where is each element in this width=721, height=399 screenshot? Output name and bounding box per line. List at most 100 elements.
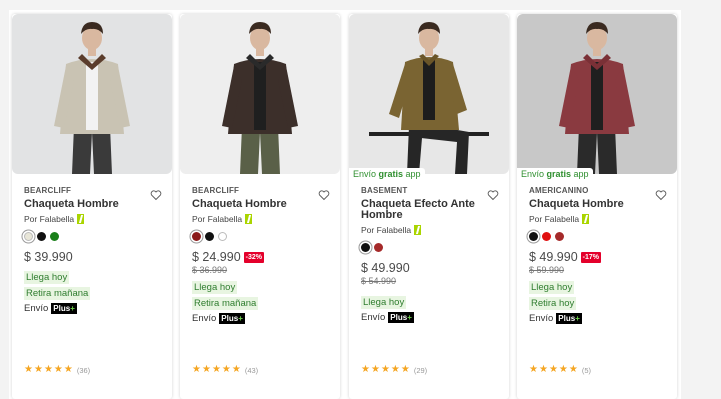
pickup-tag: Retira mañana [24,287,91,300]
envio-plus: Envío Plus+ [529,313,582,324]
free-shipping-badge: Envío gratis app [517,168,593,180]
envio-label: Envío [192,313,217,324]
plus-label: Plus [221,314,239,323]
star-icon: ★ [361,364,370,375]
plus-icon: + [70,304,75,313]
color-swatch[interactable] [218,231,227,241]
plus-label: Plus [53,304,71,313]
product-brand: BEARCLIFF [24,186,72,195]
color-swatch[interactable] [37,231,46,241]
seller-label: Por Falabella [192,213,332,224]
envio-label: Envío [529,313,554,324]
star-icon: ★ [201,364,211,375]
product-card[interactable]: BEARCLIFF Chaqueta Hombre Por Falabella … [180,14,340,399]
discount-badge: -17% [580,251,602,263]
star-icon: ★ [192,364,201,375]
color-swatch[interactable] [361,242,370,252]
rating-count: (5) [581,365,592,375]
price-value: $ 49.990 [529,250,578,264]
color-swatches [361,241,501,253]
product-card[interactable]: Envío gratis app BASEMENT Chaqueta Efect… [349,14,509,399]
product-price: $ 24.990 -32% [192,250,332,264]
product-title[interactable]: Chaqueta Hombre [192,199,332,210]
envio-label: Envío [24,303,49,314]
product-title[interactable]: Chaqueta Efecto Ante Hombre [361,199,501,221]
falabella-bolt-icon [414,224,422,235]
star-icon: ★ [568,364,578,375]
star-icon: ★ [529,364,538,375]
seller-name: Por Falabella [192,213,243,224]
discount-badge: -32% [243,251,265,263]
price-value: $ 49.990 [361,261,410,275]
color-swatch[interactable] [542,231,551,241]
product-card[interactable]: BEARCLIFF Chaqueta Hombre Por Falabella … [12,14,172,399]
price-value: $ 39.990 [24,250,73,264]
seller-label: Por Falabella [361,224,501,235]
pickup-tag: Retira mañana [192,297,259,310]
pickup-tag: Retira hoy [529,297,577,310]
price-value: $ 24.990 [192,250,241,264]
rating-stars: ★ ★ ★ ★ ★ (43) [192,365,258,375]
falabella-bolt-icon [582,213,590,224]
star-icon: ★ [548,364,558,375]
product-image[interactable] [349,14,509,174]
product-photo[interactable] [12,14,172,174]
plus-icon: + [407,313,412,322]
product-photo[interactable] [180,14,340,174]
color-swatches [192,230,332,242]
badge-pre: Envío [521,169,547,179]
seller-name: Por Falabella [529,213,580,224]
seller-name: Por Falabella [24,213,75,224]
product-photo[interactable] [517,14,677,174]
product-image[interactable] [517,14,677,174]
star-icon: ★ [43,364,53,375]
color-swatch[interactable] [555,231,564,241]
star-icon: ★ [558,364,568,375]
color-swatches [529,230,669,242]
color-swatch[interactable] [529,231,538,241]
color-swatch[interactable] [374,242,383,252]
seller-label: Por Falabella [24,213,164,224]
plus-label: Plus [390,313,408,322]
badge-bold: gratis [546,169,572,179]
color-swatches [24,230,164,242]
plus-icon: + [238,314,243,323]
rating-stars: ★ ★ ★ ★ ★ (36) [24,365,90,375]
envio-plus: Envío Plus+ [24,303,77,314]
color-swatch[interactable] [205,231,214,241]
product-title[interactable]: Chaqueta Hombre [529,199,669,210]
product-grid: BEARCLIFF Chaqueta Hombre Por Falabella … [9,10,681,399]
star-icon: ★ [63,364,73,375]
envio-plus: Envío Plus+ [192,313,245,324]
delivery-tag: Llega hoy [361,296,407,309]
product-price: $ 49.990 -17% [529,250,669,264]
falabella-bolt-icon [245,213,253,224]
envio-label: Envío [361,312,386,323]
product-image[interactable] [12,14,172,174]
envio-plus: Envío Plus+ [361,312,414,323]
star-icon: ★ [538,364,548,375]
color-swatch[interactable] [50,231,59,241]
product-title[interactable]: Chaqueta Hombre [24,199,164,210]
color-swatch[interactable] [192,231,201,241]
old-price: $ 59.990 [529,265,565,275]
star-icon: ★ [53,364,63,375]
color-swatch[interactable] [24,231,33,241]
product-photo[interactable] [349,14,509,174]
rating-count: (36) [76,365,91,375]
plus-icon: + [575,314,580,323]
seller-name: Por Falabella [361,224,412,235]
product-card[interactable]: Envío gratis app AMERICANINO Chaqueta Ho… [517,14,677,399]
rating-stars: ★ ★ ★ ★ ★ (5) [529,365,591,375]
falabella-bolt-icon [77,213,85,224]
star-icon: ★ [380,364,390,375]
product-brand: BASEMENT [361,186,408,195]
badge-pre: Envío [353,169,379,179]
rating-count: (29) [413,365,428,375]
product-image[interactable] [180,14,340,174]
star-icon: ★ [390,364,400,375]
plus-badge: Plus+ [556,313,582,324]
product-brand: AMERICANINO [529,186,589,195]
product-price: $ 49.990 [361,261,501,275]
delivery-tag: Llega hoy [192,281,238,294]
